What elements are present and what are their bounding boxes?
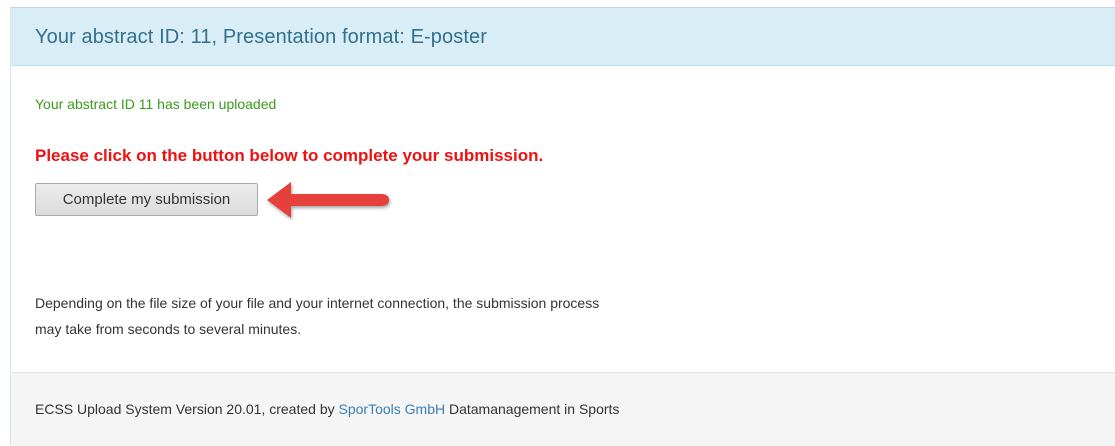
- sportools-link[interactable]: SporTools GmbH: [339, 401, 446, 417]
- processing-time-line-2: may take from seconds to several minutes…: [35, 321, 302, 337]
- footer-prefix: ECSS Upload System Version 20.01, create…: [35, 401, 339, 417]
- submission-panel: Your abstract ID: 11, Presentation forma…: [10, 7, 1115, 446]
- footer-text: ECSS Upload System Version 20.01, create…: [35, 401, 619, 417]
- complete-submission-button[interactable]: Complete my submission: [35, 183, 258, 216]
- footer: ECSS Upload System Version 20.01, create…: [11, 372, 1115, 446]
- arrow-left-icon: [267, 182, 389, 218]
- panel-heading: Your abstract ID: 11, Presentation forma…: [11, 8, 1115, 66]
- footer-suffix: Datamanagement in Sports: [445, 401, 620, 417]
- complete-instruction-message: Please click on the button below to comp…: [35, 146, 544, 165]
- processing-time-line-1: Depending on the file size of your file …: [35, 295, 600, 311]
- panel-title: Your abstract ID: 11, Presentation forma…: [35, 26, 487, 48]
- upload-success-message: Your abstract ID 11 has been uploaded: [35, 96, 277, 112]
- processing-time-note: Depending on the file size of your file …: [35, 290, 755, 342]
